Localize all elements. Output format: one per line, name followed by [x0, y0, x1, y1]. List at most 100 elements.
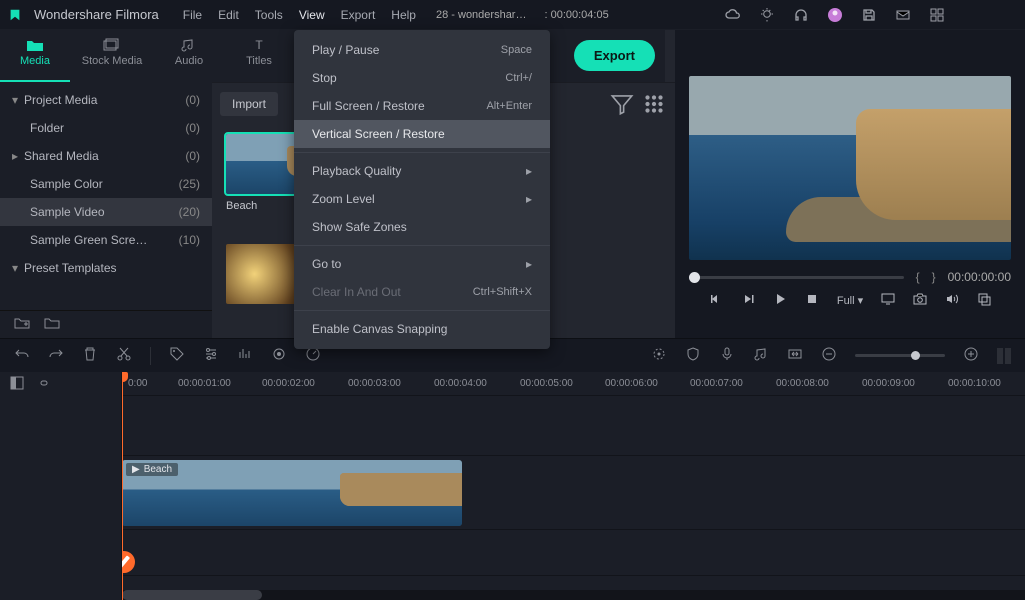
- music-icon[interactable]: [753, 346, 769, 365]
- menu-play-pause[interactable]: Play / PauseSpace: [294, 36, 550, 64]
- fit-timeline-icon[interactable]: [787, 346, 803, 365]
- delete-icon[interactable]: [82, 346, 98, 365]
- tree-project-media[interactable]: ▾ Project Media (0): [0, 86, 212, 114]
- tree-sample-video[interactable]: Sample Video (20): [0, 198, 212, 226]
- menu-fullscreen[interactable]: Full Screen / RestoreAlt+Enter: [294, 92, 550, 120]
- clip-beach[interactable]: ▶Beach: [122, 460, 462, 526]
- display-icon[interactable]: [881, 292, 895, 309]
- next-frame-icon[interactable]: [741, 292, 755, 309]
- handles-icon[interactable]: [997, 348, 1011, 364]
- cut-icon[interactable]: [116, 346, 132, 365]
- timeline-hscroll[interactable]: [122, 590, 1025, 600]
- zoom-out-icon[interactable]: [821, 346, 837, 365]
- preview-viewport[interactable]: [689, 76, 1011, 260]
- headphones-icon[interactable]: [793, 7, 809, 23]
- fit-dropdown[interactable]: Full ▾: [837, 294, 863, 307]
- new-folder-icon[interactable]: [14, 316, 30, 333]
- import-button[interactable]: Import: [220, 92, 278, 116]
- image-stack-icon: [103, 38, 121, 52]
- avatar-icon[interactable]: [827, 7, 843, 23]
- timeline-tracks[interactable]: 0:00 00:00:01:00 00:00:02:00 00:00:03:00…: [122, 372, 1025, 600]
- link-icon[interactable]: [36, 376, 50, 393]
- mark-in-icon[interactable]: {: [916, 270, 920, 284]
- chevron-right-icon: ▸: [12, 149, 24, 163]
- tree-sample-green[interactable]: Sample Green Scre… (10): [0, 226, 212, 254]
- video-track-1[interactable]: 1 ▶Beach: [122, 456, 1025, 530]
- mic-icon[interactable]: [719, 346, 735, 365]
- grid-icon[interactable]: [929, 7, 945, 23]
- mail-icon[interactable]: [895, 7, 911, 23]
- chevron-right-icon: ▸: [526, 164, 532, 178]
- redo-icon[interactable]: [48, 346, 64, 365]
- chevron-right-icon: ▸: [526, 192, 532, 206]
- menu-canvas-snapping[interactable]: Enable Canvas Snapping: [294, 315, 550, 343]
- export-button[interactable]: Export: [574, 40, 655, 71]
- zoom-slider[interactable]: [855, 354, 945, 357]
- spacer-lane: [122, 396, 1025, 456]
- menu-playback-quality[interactable]: Playback Quality▸: [294, 157, 550, 185]
- menu-vertical-screen[interactable]: Vertical Screen / Restore: [294, 120, 550, 148]
- timeline: 0:00 00:00:01:00 00:00:02:00 00:00:03:00…: [0, 372, 1025, 600]
- tab-audio[interactable]: Audio: [154, 30, 224, 82]
- step-back-icon[interactable]: [709, 292, 723, 309]
- menu-tools[interactable]: Tools: [255, 8, 283, 22]
- undo-icon[interactable]: [14, 346, 30, 365]
- tag-icon[interactable]: [169, 346, 185, 365]
- tab-titles-label: Titles: [246, 55, 272, 67]
- folder-icon: [26, 38, 44, 52]
- tree-preset-templates[interactable]: ▾ Preset Templates: [0, 254, 212, 282]
- menu-stop[interactable]: StopCtrl+/: [294, 64, 550, 92]
- music-note-icon: [180, 38, 198, 52]
- app-title: Wondershare Filmora: [34, 7, 159, 22]
- menu-file[interactable]: File: [183, 8, 202, 22]
- zoom-in-icon[interactable]: [963, 346, 979, 365]
- save-icon[interactable]: [861, 7, 877, 23]
- toggle-track-icon[interactable]: [10, 376, 24, 393]
- view-menu-dropdown: Play / PauseSpace StopCtrl+/ Full Screen…: [294, 30, 550, 349]
- grid-view-icon[interactable]: [641, 91, 667, 117]
- tab-titles[interactable]: T Titles: [224, 30, 294, 82]
- tab-stock-label: Stock Media: [82, 55, 143, 67]
- menu-clear-in-out: Clear In And OutCtrl+Shift+X: [294, 278, 550, 306]
- mark-out-icon[interactable]: }: [932, 270, 936, 284]
- project-timecode: : 00:00:04:05: [544, 9, 608, 21]
- volume-icon[interactable]: [945, 292, 959, 309]
- filter-icon[interactable]: [609, 91, 635, 117]
- open-folder-icon[interactable]: [44, 316, 60, 333]
- menu-edit[interactable]: Edit: [218, 8, 239, 22]
- pop-out-icon[interactable]: [977, 292, 991, 309]
- snapshot-icon[interactable]: [913, 292, 927, 309]
- menu-view[interactable]: View: [299, 8, 325, 22]
- chevron-down-icon: ▾: [12, 93, 24, 107]
- lightbulb-icon[interactable]: [759, 7, 775, 23]
- adjust-icon[interactable]: [203, 346, 219, 365]
- target-icon[interactable]: [651, 346, 667, 365]
- tree-shared-media[interactable]: ▸ Shared Media (0): [0, 142, 212, 170]
- razor-marker-icon[interactable]: [122, 551, 135, 573]
- equalizer-icon[interactable]: [237, 346, 253, 365]
- timeline-ruler[interactable]: 0:00 00:00:01:00 00:00:02:00 00:00:03:00…: [122, 372, 1025, 396]
- menubar: File Edit Tools View Export Help: [183, 8, 416, 22]
- menu-export[interactable]: Export: [341, 8, 376, 22]
- play-icon: ▶: [132, 464, 140, 475]
- audio-track-1[interactable]: 1: [122, 530, 1025, 576]
- tree-folder[interactable]: Folder (0): [0, 114, 212, 142]
- tree-sample-color[interactable]: Sample Color (25): [0, 170, 212, 198]
- chevron-right-icon: ▸: [526, 257, 532, 271]
- timeline-gutter: [0, 372, 122, 600]
- tab-stock-media[interactable]: Stock Media: [70, 30, 154, 82]
- play-icon[interactable]: [773, 292, 787, 309]
- menu-zoom-level[interactable]: Zoom Level▸: [294, 185, 550, 213]
- tab-media[interactable]: Media: [0, 30, 70, 82]
- cloud-icon[interactable]: [725, 7, 741, 23]
- record-icon[interactable]: [271, 346, 287, 365]
- menu-help[interactable]: Help: [391, 8, 416, 22]
- stop-icon[interactable]: [805, 292, 819, 309]
- shield-icon[interactable]: [685, 346, 701, 365]
- menu-go-to[interactable]: Go to▸: [294, 250, 550, 278]
- project-name[interactable]: 28 - wondershar…: [436, 9, 527, 21]
- preview-panel: { } 00:00:00:00 Full ▾: [675, 30, 1025, 338]
- chevron-down-icon: ▾: [12, 261, 24, 275]
- menu-safe-zones[interactable]: Show Safe Zones: [294, 213, 550, 241]
- preview-scrubber[interactable]: [689, 276, 904, 279]
